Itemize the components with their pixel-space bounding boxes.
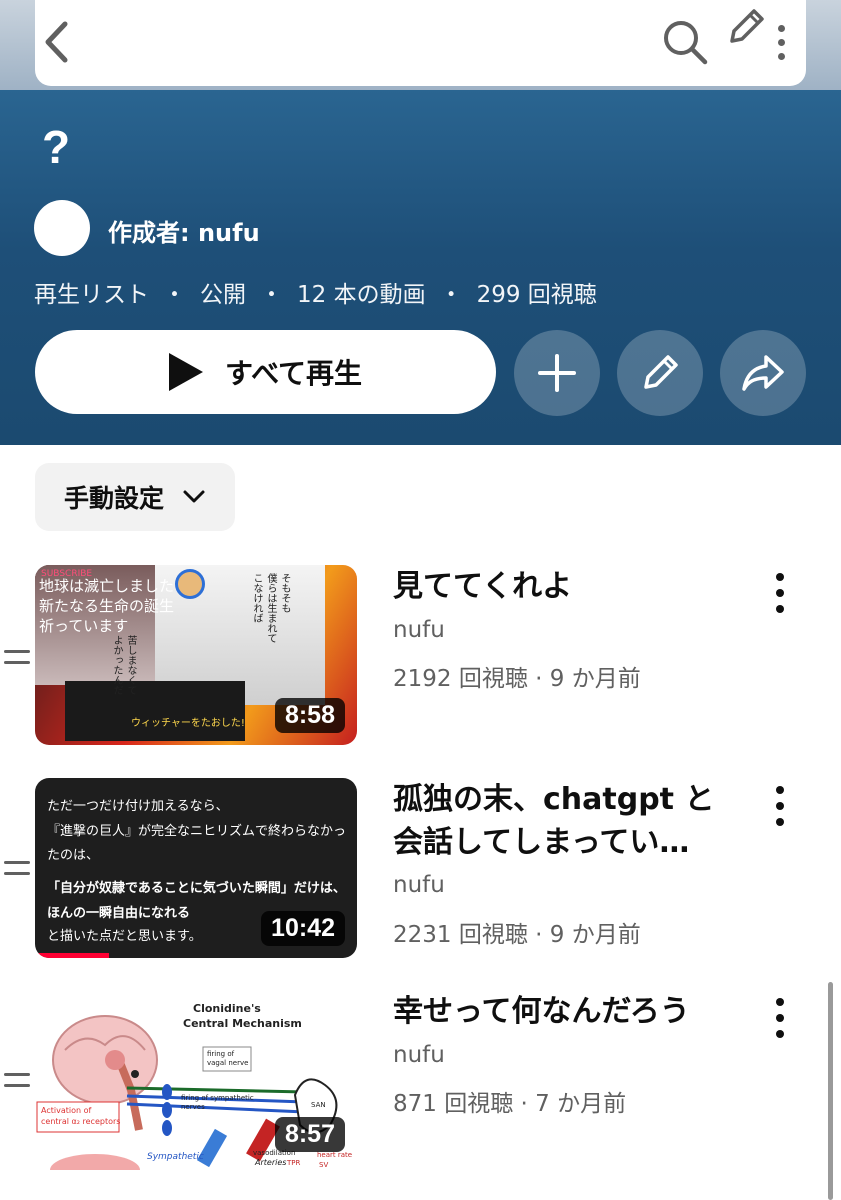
video-stats: 2231 回視聴 · 9 か月前 (393, 922, 641, 948)
more-dot (776, 1030, 784, 1038)
video-list-item[interactable]: ただ一つだけ付け加えるなら、 『進撃の巨人』が完全なニヒリズムで終わらなかっ た… (0, 778, 841, 958)
pencil-icon (644, 355, 678, 389)
scrollbar[interactable] (828, 982, 833, 1200)
meta-video-count: 12 本の動画 (297, 282, 426, 308)
more-vertical-icon (776, 573, 784, 581)
drag-handle-icon[interactable] (4, 650, 30, 664)
more-dot (776, 589, 784, 597)
thumbnail-text: central α₂ receptors (41, 1117, 121, 1126)
top-app-bar (35, 0, 806, 86)
sort-dropdown[interactable]: 手動設定 (35, 463, 235, 531)
thumbnail-text: Activation of (41, 1106, 92, 1115)
thumbnail-text: 「自分が奴隷であることに気づいた瞬間」だけは、 (47, 881, 346, 896)
video-list-item[interactable]: Clonidine's Central Mechanism firing of … (0, 990, 841, 1170)
thumbnail-text: SV (319, 1161, 329, 1169)
thumbnail-text: よかったんだ (111, 635, 122, 695)
more-dot (777, 52, 785, 60)
video-stats: 871 回視聴 · 7 か月前 (393, 1091, 627, 1117)
playlist-title: ? (42, 121, 71, 173)
video-channel[interactable]: nufu (393, 617, 445, 643)
share-icon (742, 355, 784, 391)
thumbnail-text: ウィッチャーをたおした! (131, 718, 245, 729)
avatar-icon (175, 569, 205, 599)
video-list-item[interactable]: SUBSCRIBE 地球は滅亡しました 新たなる生命の誕生 祈っています そもそ… (0, 565, 841, 745)
share-button[interactable] (720, 330, 806, 416)
thumbnail-text: 祈っています (39, 617, 129, 635)
play-all-label: すべて再生 (225, 357, 362, 390)
video-thumbnail[interactable]: Clonidine's Central Mechanism firing of … (35, 990, 357, 1170)
meta-separator: ・ (439, 282, 463, 308)
thumbnail-text: ただ一つだけ付け加えるなら、 (47, 799, 229, 814)
video-channel[interactable]: nufu (393, 1042, 445, 1068)
play-icon (169, 353, 204, 391)
creator-avatar[interactable] (34, 200, 90, 256)
video-title[interactable]: 孤独の末、chatgpt と会話してしまってい… (393, 778, 733, 864)
thumbnail-text: 地球は滅亡しました (39, 577, 175, 595)
add-to-playlist-button[interactable] (514, 330, 600, 416)
video-thumbnail[interactable]: SUBSCRIBE 地球は滅亡しました 新たなる生命の誕生 祈っています そもそ… (35, 565, 357, 745)
edit-button[interactable] (723, 4, 769, 50)
play-all-button[interactable]: すべて再生 (35, 330, 496, 414)
more-dot (777, 38, 785, 46)
thumbnail-text: TPR (287, 1159, 301, 1167)
video-channel[interactable]: nufu (393, 872, 445, 898)
thumbnail-text: 『進撃の巨人』が完全なニヒリズムで終わらなかっ (47, 824, 347, 839)
thumbnail-text: Central Mechanism (183, 1017, 302, 1030)
playlist-meta: 再生リスト ・ 公開 ・ 12 本の動画 ・ 299 回視聴 (34, 275, 597, 309)
more-dot (776, 802, 784, 810)
thumbnail-text: ほんの一瞬自由になれる (47, 906, 191, 921)
video-more-button[interactable] (768, 998, 792, 1038)
thumbnail-text: こなければ (251, 573, 262, 623)
thumbnail-text: firing of (207, 1050, 235, 1058)
duration-badge: 8:57 (274, 1117, 345, 1152)
video-title[interactable]: 見ててくれよ (393, 565, 733, 608)
sort-label: 手動設定 (63, 484, 164, 513)
more-vertical-icon (776, 786, 784, 794)
video-thumbnail[interactable]: ただ一つだけ付け加えるなら、 『進撃の巨人』が完全なニヒリズムで終わらなかっ た… (35, 778, 357, 958)
meta-visibility: 公開 (200, 282, 246, 308)
drag-handle-icon[interactable] (4, 1073, 30, 1087)
more-vertical-icon (777, 24, 785, 32)
video-stats: 2192 回視聴 · 9 か月前 (393, 666, 641, 692)
chevron-left-icon (45, 21, 68, 63)
video-more-button[interactable] (768, 573, 792, 613)
more-options-button[interactable] (769, 18, 793, 66)
duration-badge: 8:58 (274, 698, 345, 733)
back-button[interactable] (37, 18, 77, 66)
thumbnail-text: たのは、 (47, 848, 100, 863)
thumbnail-text: Sympathetic (147, 1152, 204, 1162)
drag-handle-icon[interactable] (4, 861, 30, 875)
meta-separator: ・ (260, 282, 283, 308)
pencil-icon (730, 9, 764, 43)
thumbnail-text: Arteries (255, 1158, 287, 1167)
creator-name[interactable]: 作成者: nufu (108, 213, 260, 248)
thumbnail-text: firing of sympathetic (181, 1094, 254, 1102)
video-title[interactable]: 幸せって何なんだろう (393, 990, 733, 1033)
edit-playlist-button[interactable] (617, 330, 703, 416)
thumbnail-text: SAN (311, 1101, 326, 1109)
search-icon (664, 21, 708, 65)
watch-progress-bar (35, 953, 110, 958)
more-vertical-icon (776, 998, 784, 1006)
playlist-header: ? 作成者: nufu 再生リスト ・ 公開 ・ 12 本の動画 ・ 299 回… (0, 90, 841, 445)
thumbnail-text: vagal nerve (207, 1059, 249, 1067)
thumbnail-text: nerves (181, 1103, 205, 1111)
chevron-down-icon (183, 490, 205, 503)
meta-view-count: 299 回視聴 (476, 282, 597, 308)
add-icon (538, 354, 576, 392)
meta-type: 再生リスト (34, 282, 149, 308)
more-dot (776, 818, 784, 826)
more-dot (776, 1014, 784, 1022)
more-dot (776, 605, 784, 613)
video-more-button[interactable] (768, 786, 792, 826)
duration-badge: 10:42 (261, 911, 345, 946)
meta-separator: ・ (163, 282, 186, 308)
thumbnail-text: 新たなる生命の誕生 (39, 597, 175, 615)
thumbnail-text: と描いた点だと思います。 (47, 929, 202, 944)
search-button[interactable] (661, 18, 709, 66)
